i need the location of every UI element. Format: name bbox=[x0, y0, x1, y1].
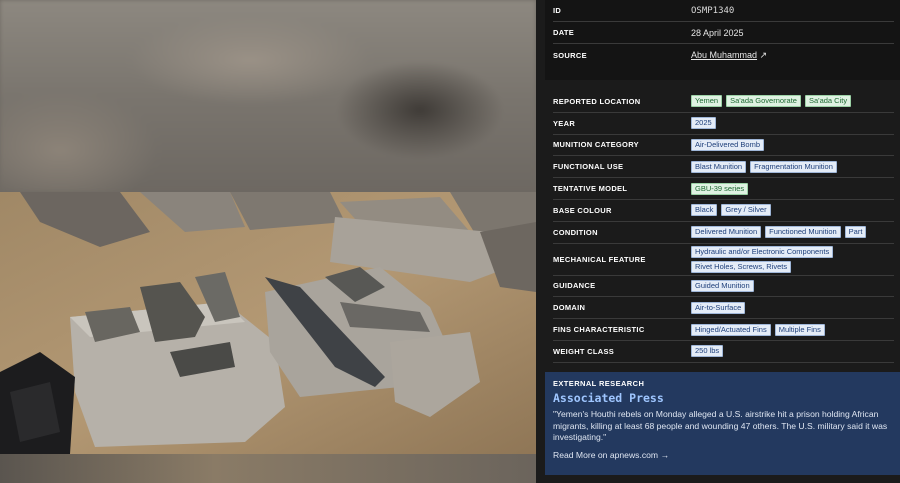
attribute-label: MECHANICAL FEATURE bbox=[553, 254, 646, 264]
external-link-icon: ↗ bbox=[759, 49, 768, 60]
attribute-row: FUNCTIONAL USE Blast Munition Fragmentatio… bbox=[553, 156, 894, 179]
source-name[interactable]: Abu Muhammad bbox=[691, 50, 757, 60]
attribute-row: FINS CHARACTERISTIC Hinged/Actuated Fins M… bbox=[553, 319, 894, 341]
debris-scene bbox=[0, 192, 536, 454]
attribute-tag[interactable]: Grey / Silver bbox=[721, 204, 771, 217]
attribute-tag[interactable]: Yemen bbox=[691, 95, 723, 108]
attribute-tag[interactable]: Delivered Munition bbox=[691, 226, 762, 239]
photo-blurred-bottom bbox=[0, 454, 536, 483]
attribute-tag[interactable]: 2025 bbox=[691, 117, 716, 130]
munition-photo bbox=[0, 0, 536, 483]
attribute-label: FINS CHARACTERISTIC bbox=[553, 325, 645, 335]
attribute-tag[interactable]: Rivet Holes, Screws, Rivets bbox=[691, 260, 792, 273]
attribute-row: BASE COLOUR Black Grey / Silver bbox=[553, 200, 894, 222]
attribute-row: YEAR 2025 bbox=[553, 113, 894, 135]
attribute-label: WEIGHT CLASS bbox=[553, 346, 615, 356]
attribute-row: MECHANICAL FEATURE Hydraulic and/or Elect… bbox=[553, 244, 894, 276]
attribute-label: YEAR bbox=[553, 118, 576, 128]
attribute-tags: Yemen Sa'ada Governorate Sa'ada City bbox=[691, 95, 894, 108]
attribute-label: BASE COLOUR bbox=[553, 205, 612, 215]
research-heading: EXTERNAL RESEARCH bbox=[553, 379, 645, 388]
id-label: ID bbox=[553, 6, 562, 15]
date-row: DATE 28 April 2025 bbox=[553, 22, 894, 44]
attribute-tag[interactable]: Black bbox=[691, 204, 718, 217]
attribute-label: GUIDANCE bbox=[553, 281, 596, 291]
attribute-tags: Guided Munition bbox=[691, 279, 894, 292]
source-row: SOURCE Abu Muhammad ↗ bbox=[553, 44, 894, 66]
source-label: SOURCE bbox=[553, 50, 587, 60]
attribute-tag[interactable]: Guided Munition bbox=[691, 279, 754, 292]
research-quote: "Yemen's Houthi rebels on Monday alleged… bbox=[553, 409, 888, 443]
attribute-tag[interactable]: Functioned Munition bbox=[765, 226, 841, 239]
attribute-label: REPORTED LOCATION bbox=[553, 96, 641, 106]
attribute-tags: GBU-39 series bbox=[691, 182, 894, 195]
attribute-tag[interactable]: Blast Munition bbox=[691, 160, 747, 173]
details-panel: ID OSMP1340 DATE 28 April 2025 SOURCE Ab… bbox=[545, 0, 900, 483]
attribute-tags: Hydraulic and/or Electronic Components Ri… bbox=[691, 245, 894, 273]
research-outlet: Associated Press bbox=[553, 391, 664, 405]
attribute-label: TENTATIVE MODEL bbox=[553, 184, 628, 194]
metadata-block: ID OSMP1340 DATE 28 April 2025 SOURCE Ab… bbox=[545, 0, 900, 80]
attribute-label: CONDITION bbox=[553, 227, 598, 237]
attribute-tags: Air-to-Surface bbox=[691, 301, 894, 314]
date-value: 28 April 2025 bbox=[691, 27, 744, 38]
attribute-row: GUIDANCE Guided Munition bbox=[553, 276, 894, 298]
attribute-tags: 2025 bbox=[691, 117, 894, 130]
attribute-tags: Air-Delivered Bomb bbox=[691, 138, 894, 151]
read-more-link[interactable]: Read More on apnews.com → bbox=[553, 450, 892, 460]
attribute-row: CONDITION Delivered Munition Functioned Mu… bbox=[553, 222, 894, 244]
attribute-tag[interactable]: Air-to-Surface bbox=[691, 301, 746, 314]
attribute-tag[interactable]: Hydraulic and/or Electronic Components bbox=[691, 245, 834, 258]
attribute-tag[interactable]: Part bbox=[844, 226, 867, 239]
attribute-label: FUNCTIONAL USE bbox=[553, 162, 624, 172]
attribute-tags: Hinged/Actuated Fins Multiple Fins bbox=[691, 323, 894, 336]
attribute-tag[interactable]: Air-Delivered Bomb bbox=[691, 138, 765, 151]
attribute-tags: Delivered Munition Functioned Munition Par… bbox=[691, 226, 894, 239]
attribute-row: DOMAIN Air-to-Surface bbox=[553, 297, 894, 320]
id-row: ID OSMP1340 bbox=[553, 0, 894, 22]
attribute-tag[interactable]: 250 lbs bbox=[691, 345, 724, 358]
attribute-row: MUNITION CATEGORY Air-Delivered Bomb bbox=[553, 135, 894, 157]
attribute-tags: 250 lbs bbox=[691, 345, 894, 358]
date-label: DATE bbox=[553, 28, 575, 37]
attribute-tags: Blast Munition Fragmentation Munition bbox=[691, 160, 894, 173]
attribute-tag[interactable]: Sa'ada Governorate bbox=[726, 95, 801, 108]
attribute-label: DOMAIN bbox=[553, 303, 586, 313]
attribute-tag[interactable]: Hinged/Actuated Fins bbox=[691, 323, 771, 336]
attribute-tag[interactable]: Sa'ada City bbox=[804, 95, 852, 108]
attribute-tag[interactable]: Fragmentation Munition bbox=[750, 160, 837, 173]
attribute-tags: Black Grey / Silver bbox=[691, 204, 894, 217]
attribute-row: WEIGHT CLASS 250 lbs bbox=[553, 341, 894, 363]
id-value: OSMP1340 bbox=[691, 5, 735, 16]
attributes-list: REPORTED LOCATION Yemen Sa'ada Governorate… bbox=[545, 80, 900, 363]
source-link[interactable]: Abu Muhammad ↗ bbox=[691, 50, 767, 61]
attribute-row: REPORTED LOCATION Yemen Sa'ada Governorate… bbox=[553, 91, 894, 113]
attribute-tag[interactable]: Multiple Fins bbox=[774, 323, 825, 336]
attribute-label: MUNITION CATEGORY bbox=[553, 140, 639, 150]
photo-blurred-top bbox=[0, 0, 536, 192]
external-research-card: EXTERNAL RESEARCH Associated Press "Yeme… bbox=[545, 372, 900, 475]
attribute-tag[interactable]: GBU-39 series bbox=[691, 182, 749, 195]
attribute-row: TENTATIVE MODEL GBU-39 series bbox=[553, 178, 894, 200]
